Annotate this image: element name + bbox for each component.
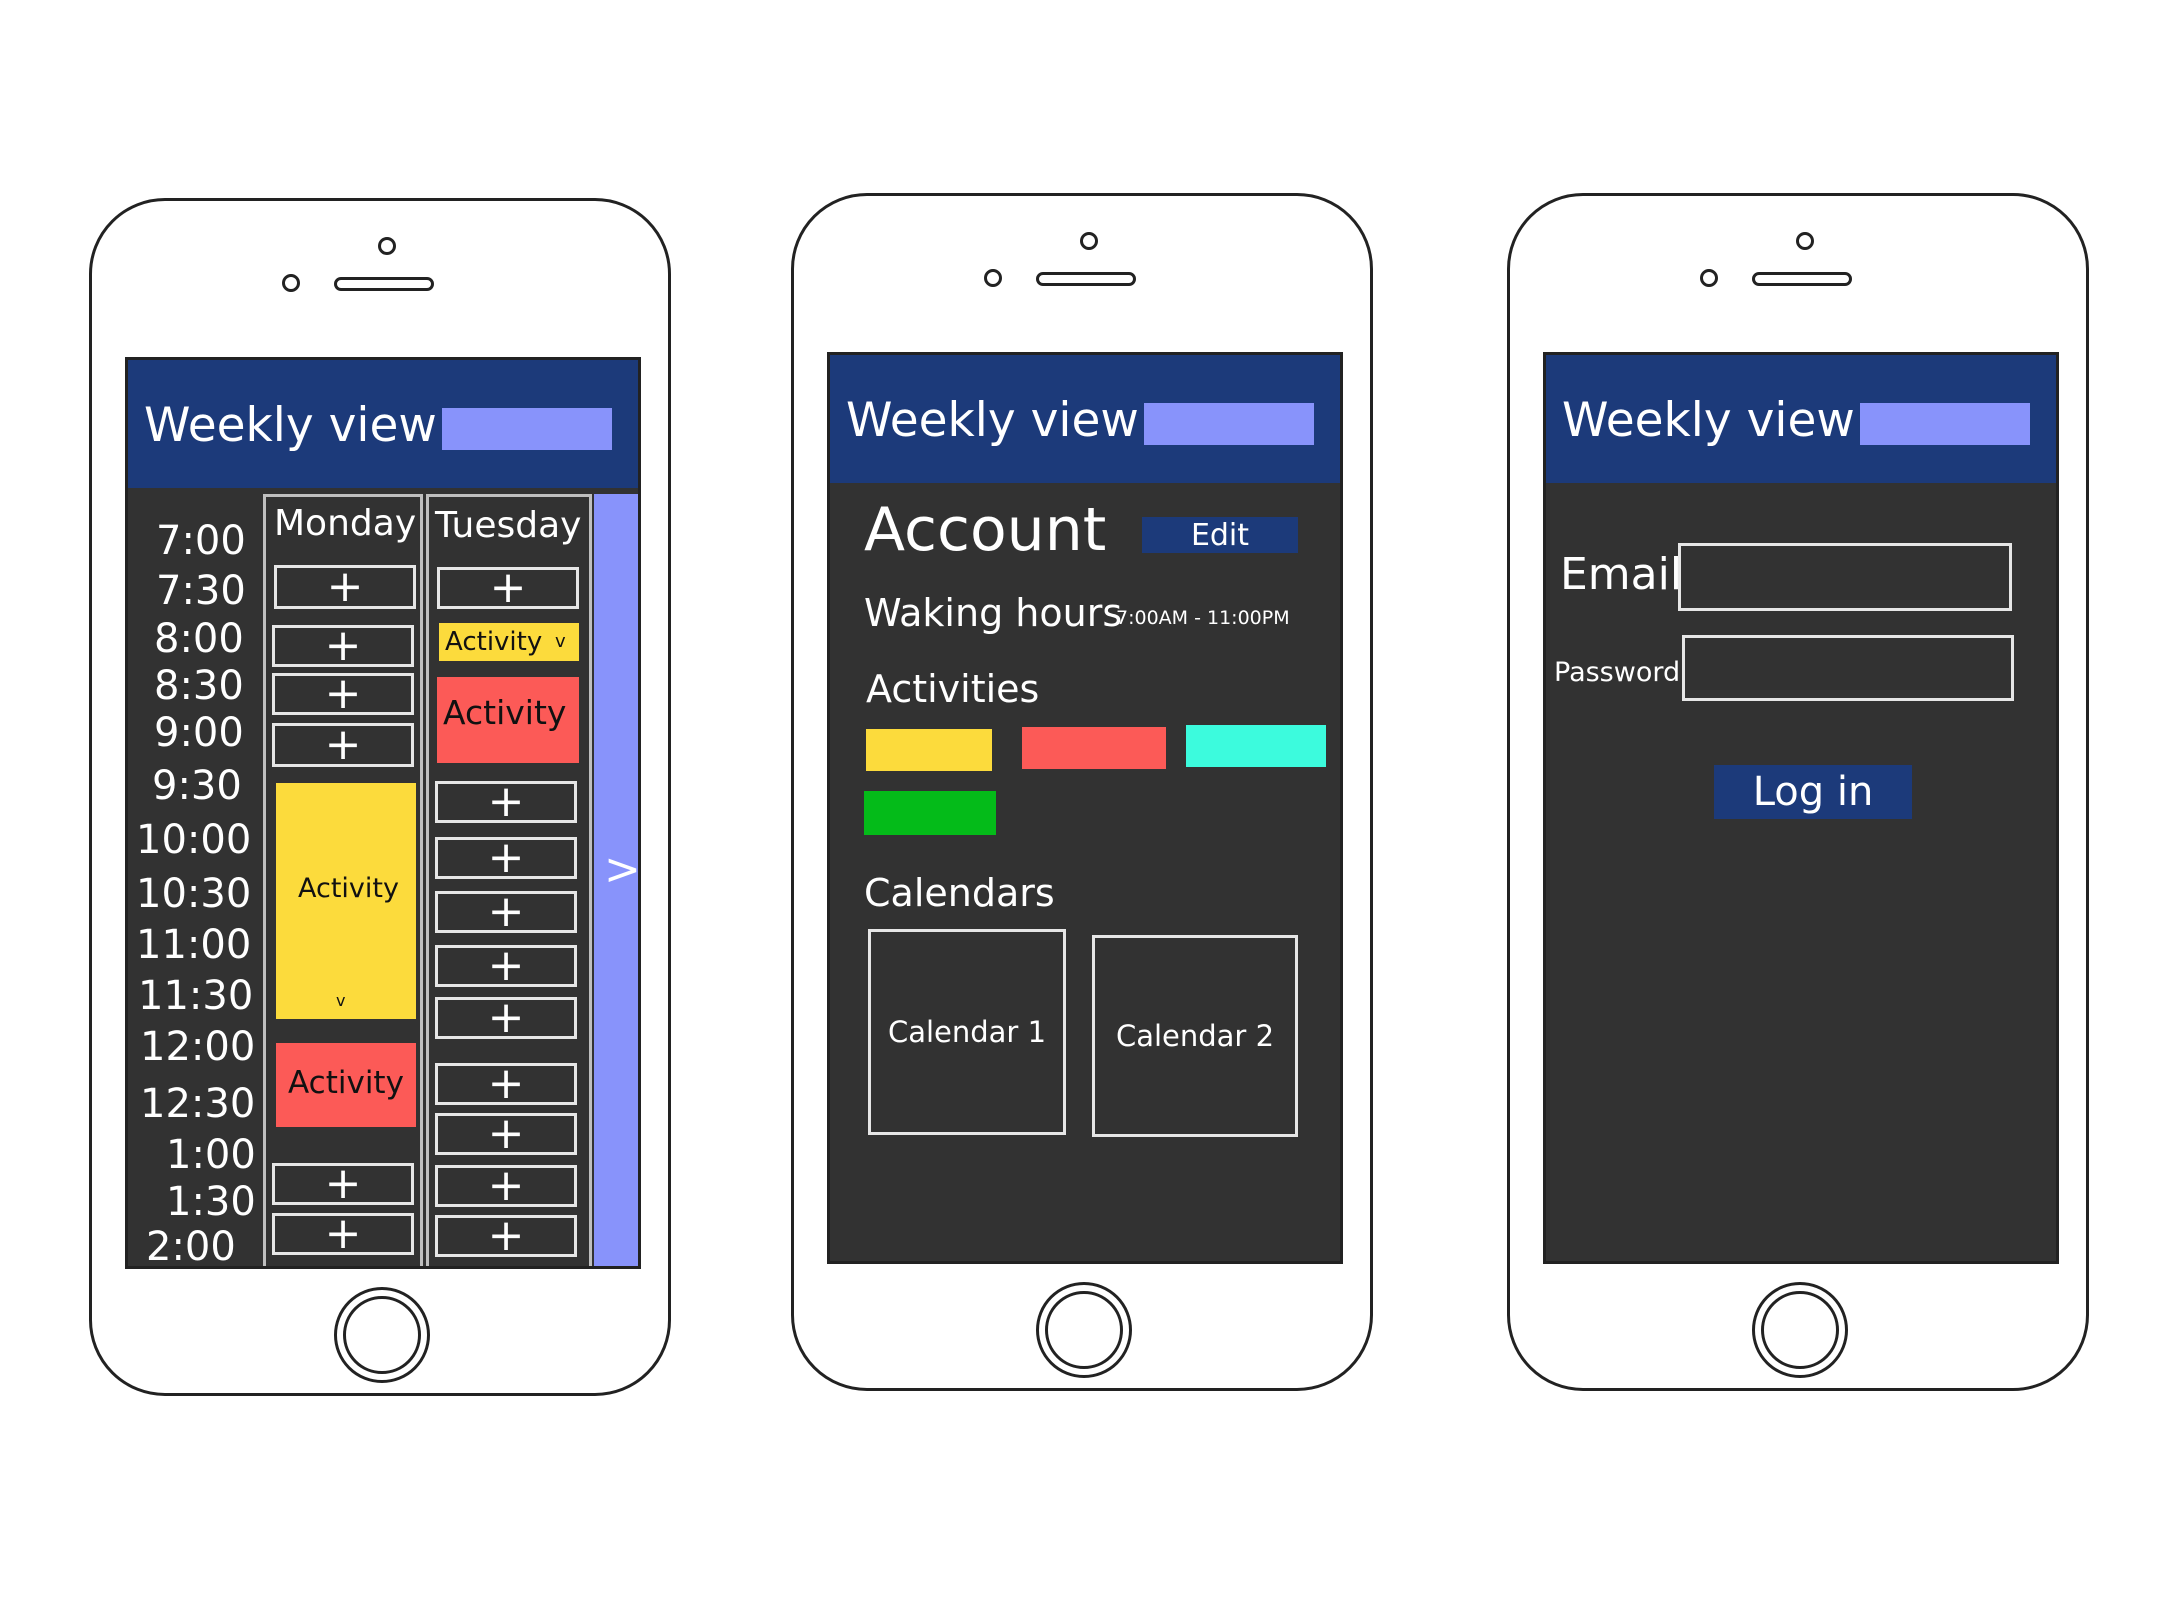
activity-swatch-green[interactable] <box>864 791 996 835</box>
header-menu-button[interactable] <box>1860 403 2030 445</box>
calendars-label: Calendars <box>864 871 1055 915</box>
password-label: Password <box>1554 657 1681 688</box>
waking-hours-label: Waking hours <box>864 591 1123 635</box>
add-activity-button[interactable]: + <box>435 836 577 880</box>
time-label: 10:00 <box>136 817 252 863</box>
time-label: 1:00 <box>166 1132 256 1178</box>
add-activity-button[interactable]: + <box>435 1214 577 1258</box>
time-label: 12:30 <box>140 1081 256 1127</box>
day-column-monday: Monday + + + + Activity v Activity + + <box>263 494 423 1266</box>
activity-label: Activity <box>445 627 543 657</box>
calendar-card-label: Calendar 1 <box>887 1015 1047 1049</box>
activity-block[interactable]: Activity <box>437 677 579 763</box>
login-button[interactable]: Log in <box>1714 765 1912 819</box>
phone-login: Weekly view Email Password Log in <box>1507 193 2089 1391</box>
header-title: Weekly view <box>846 393 1139 448</box>
chevron-right-icon[interactable]: > <box>604 844 638 895</box>
time-label: 7:00 <box>156 518 246 564</box>
chevron-down-icon[interactable]: v <box>336 991 345 1010</box>
email-label: Email <box>1560 549 1683 600</box>
add-activity-button[interactable]: + <box>435 1164 577 1208</box>
add-activity-button[interactable]: + <box>272 624 414 668</box>
front-camera-icon <box>1796 232 1814 250</box>
day-label: Monday <box>274 503 417 544</box>
time-label: 9:30 <box>152 763 242 809</box>
header-title: Weekly view <box>144 398 437 453</box>
activity-swatch-cyan[interactable] <box>1186 725 1326 767</box>
sensor-icon <box>984 269 1002 287</box>
waking-hours-value: 7:00AM - 11:00PM <box>1116 607 1290 629</box>
add-activity-button[interactable]: + <box>272 672 414 716</box>
activity-label: Activity <box>443 693 567 732</box>
sensor-icon <box>1700 269 1718 287</box>
add-activity-button[interactable]: + <box>435 890 577 934</box>
edit-button[interactable]: Edit <box>1142 517 1298 553</box>
front-camera-icon <box>1080 232 1098 250</box>
activity-swatch-yellow[interactable] <box>866 729 992 771</box>
time-label: 12:00 <box>140 1024 256 1070</box>
activity-label: Activity <box>288 1065 404 1101</box>
app-header: Weekly view <box>128 360 638 488</box>
add-activity-button[interactable]: + <box>272 723 414 767</box>
time-label: 11:30 <box>138 973 254 1019</box>
app-header: Weekly view <box>1546 355 2056 483</box>
time-label: 8:30 <box>154 663 244 709</box>
password-field[interactable] <box>1682 635 2014 701</box>
add-activity-button[interactable]: + <box>435 944 577 988</box>
login-screen: Weekly view Email Password Log in <box>1543 352 2059 1264</box>
header-title: Weekly view <box>1562 393 1855 448</box>
time-label: 11:00 <box>136 922 252 968</box>
add-activity-button[interactable]: + <box>435 1062 577 1106</box>
time-label: 2:00 <box>146 1224 236 1269</box>
time-label: 10:30 <box>136 871 252 917</box>
edit-button-label: Edit <box>1190 517 1250 553</box>
email-field[interactable] <box>1678 543 2012 611</box>
chevron-down-icon[interactable]: v <box>555 631 566 652</box>
home-button[interactable] <box>1752 1282 1848 1378</box>
time-label: 1:30 <box>166 1179 256 1225</box>
add-activity-button[interactable]: + <box>435 780 577 824</box>
home-button[interactable] <box>1036 1282 1132 1378</box>
sensor-icon <box>282 274 300 292</box>
time-label: 9:00 <box>154 710 244 756</box>
app-header: Weekly view <box>830 355 1340 483</box>
activity-swatch-red[interactable] <box>1022 727 1166 769</box>
activity-block[interactable]: Activity v <box>439 623 579 661</box>
time-label: 8:00 <box>154 616 244 662</box>
activity-label: Activity <box>298 873 399 904</box>
add-activity-button[interactable]: + <box>437 566 579 610</box>
header-menu-button[interactable] <box>442 408 612 450</box>
speaker-icon <box>1036 272 1136 286</box>
day-label: Tuesday <box>435 505 582 546</box>
home-button[interactable] <box>334 1287 430 1383</box>
calendar-card[interactable]: Calendar 1 <box>868 929 1066 1135</box>
add-activity-button[interactable]: + <box>272 1162 414 1206</box>
weekly-screen: Weekly view 7:00 7:30 8:00 8:30 9:00 9:3… <box>125 357 641 1269</box>
activities-label: Activities <box>866 667 1040 711</box>
front-camera-icon <box>378 237 396 255</box>
add-activity-button[interactable]: + <box>274 565 416 609</box>
activity-block[interactable]: Activity <box>276 1043 416 1127</box>
add-activity-button[interactable]: + <box>435 1112 577 1156</box>
time-label: 7:30 <box>156 568 246 614</box>
speaker-icon <box>334 277 434 291</box>
activity-block[interactable]: Activity v <box>276 783 416 1019</box>
header-menu-button[interactable] <box>1144 403 1314 445</box>
calendar-card[interactable]: Calendar 2 <box>1092 935 1298 1137</box>
next-week-bar[interactable]: > <box>594 494 638 1266</box>
login-button-label: Log in <box>1752 769 1874 815</box>
phone-account: Weekly view Account Edit Waking hours 7:… <box>791 193 1373 1391</box>
phone-weekly: Weekly view 7:00 7:30 8:00 8:30 9:00 9:3… <box>89 198 671 1396</box>
day-column-tuesday: Tuesday + Activity v Activity + + + + + … <box>426 494 592 1266</box>
speaker-icon <box>1752 272 1852 286</box>
account-screen: Weekly view Account Edit Waking hours 7:… <box>827 352 1343 1264</box>
add-activity-button[interactable]: + <box>435 996 577 1040</box>
add-activity-button[interactable]: + <box>272 1212 414 1256</box>
calendar-card-label: Calendar 2 <box>1115 1019 1275 1053</box>
account-title: Account <box>864 495 1107 565</box>
